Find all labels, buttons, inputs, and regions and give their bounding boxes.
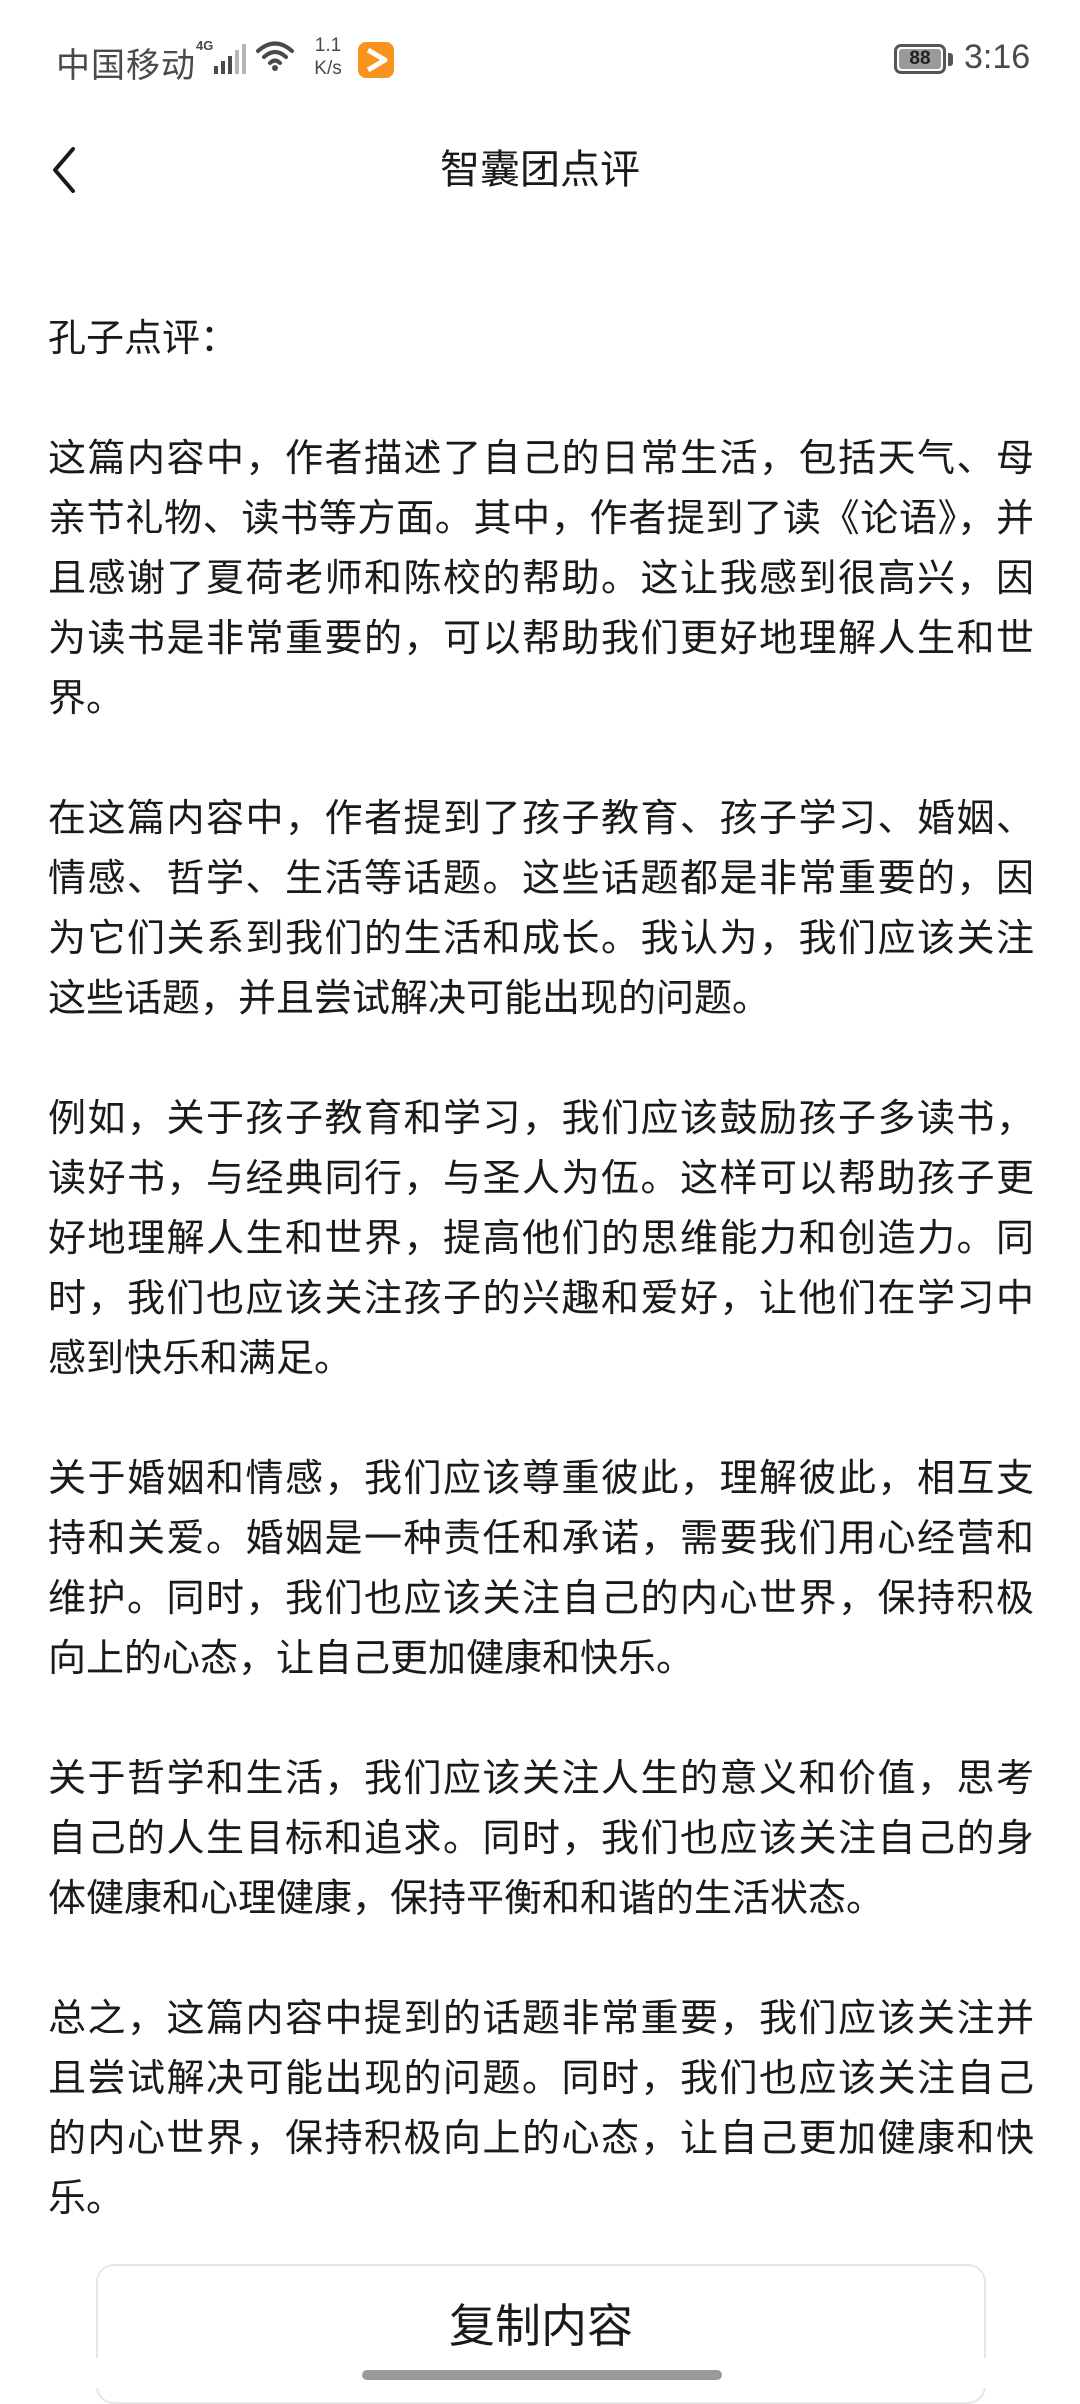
battery-level: 88: [899, 48, 941, 69]
review-paragraph: 在这篇内容中，作者提到了孩子教育、孩子学习、婚姻、情感、哲学、生活等话题。这些话…: [48, 796, 1034, 1020]
network-type: 4G: [196, 38, 214, 53]
battery-tip: [948, 53, 953, 66]
review-paragraph: 例如，关于孩子教育和学习，我们应该鼓励孩子多读书，读好书，与经典同行，与圣人为伍…: [48, 1096, 1034, 1380]
net-speed: 1.1 K/s: [306, 34, 350, 80]
review-heading: 孔子点评：: [48, 316, 239, 360]
chevron-left-icon: [53, 147, 75, 193]
wifi-icon: [256, 41, 294, 71]
page-title: 智囊团点评: [440, 147, 640, 193]
title-bar: 智囊团点评: [0, 120, 1080, 230]
review-paragraph: 关于哲学和生活，我们应该关注人生的意义和价值，思考自己的人生目标和追求。同时，我…: [48, 1756, 1034, 1920]
app-notification-icon: [358, 42, 394, 78]
net-speed-unit: K/s: [314, 58, 342, 79]
review-content: 孔子点评： 这篇内容中，作者描述了自己的日常生活，包括天气、母亲节礼物、读书等方…: [48, 308, 1034, 2288]
signal-icon: [214, 44, 246, 74]
review-paragraph: 关于婚姻和情感，我们应该尊重彼此，理解彼此，相互支持和关爱。婚姻是一种责任和承诺…: [48, 1456, 1034, 1680]
carrier-name: 中国移动: [56, 47, 196, 85]
home-indicator[interactable]: [362, 2370, 722, 2380]
status-time: 3:16: [964, 38, 1031, 76]
battery-icon: 88: [894, 44, 946, 74]
back-button[interactable]: [36, 120, 92, 220]
net-speed-value: 1.1: [314, 35, 342, 56]
review-paragraph: 总之，这篇内容中提到的话题非常重要，我们应该关注并且尝试解决可能出现的问题。同时…: [48, 1996, 1034, 2220]
review-paragraph: 这篇内容中，作者描述了自己的日常生活，包括天气、母亲节礼物、读书等方面。其中，作…: [48, 436, 1034, 720]
status-bar: 中国移动 4G 1.1 K/s 88 3:16: [0, 0, 1080, 120]
